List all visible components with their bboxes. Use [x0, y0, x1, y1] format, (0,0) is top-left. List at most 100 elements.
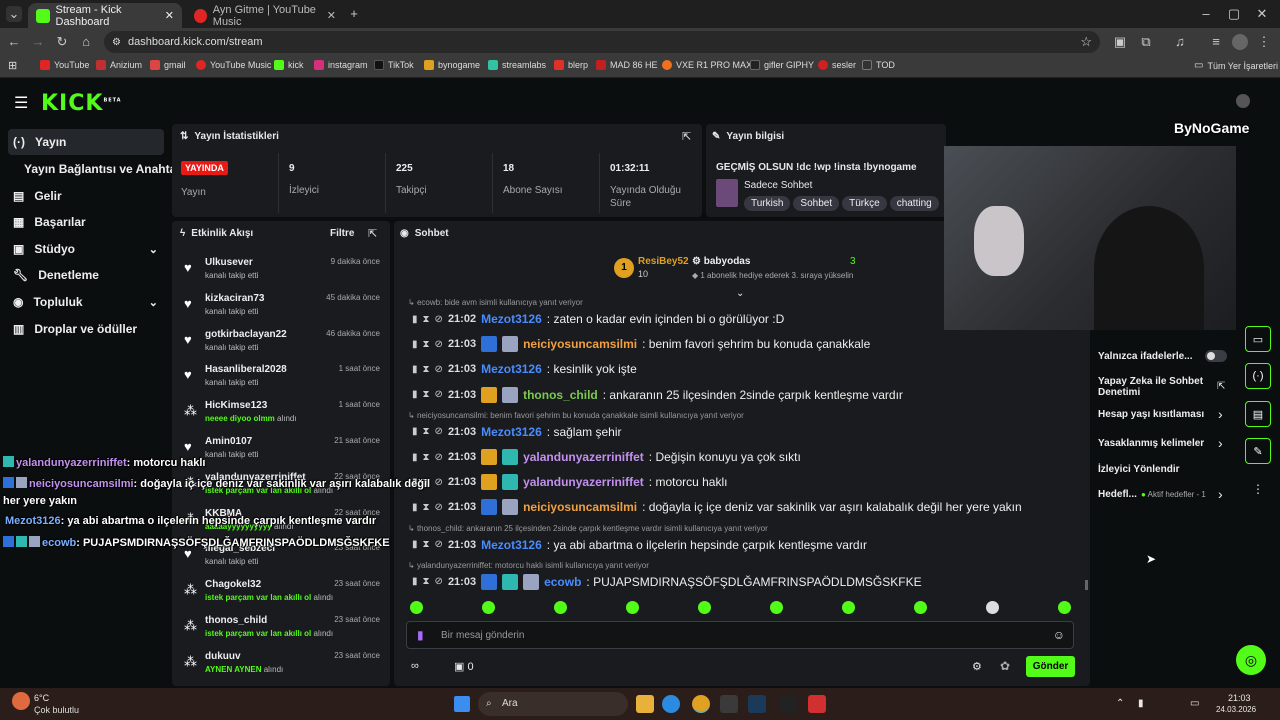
timeout-icon[interactable]: ⧗ — [423, 502, 430, 513]
ban-icon[interactable]: ⊘ — [435, 477, 443, 488]
channel-points-icon[interactable]: ∞ — [411, 660, 419, 672]
bookmark-giphy[interactable]: gifler GIPHY — [750, 60, 814, 70]
reload-icon[interactable]: ↻ — [54, 34, 70, 50]
pin-icon[interactable]: ▮ — [412, 539, 418, 550]
chat-message[interactable]: ▮ ⧗ ⊘ 21:03 yalandunyazerriniffet: Değişin k… — [412, 448, 801, 466]
edge-icon[interactable] — [662, 695, 680, 713]
activity-item[interactable]: ⁂ dukuuv 23 saat önce AYNEN AYNEN alındı — [184, 651, 384, 687]
message-username[interactable]: Mezot3126 — [481, 362, 542, 376]
bookmark-tiktok[interactable]: TikTok — [374, 60, 414, 70]
bookmark-youtube-music[interactable]: YouTube Music — [196, 60, 271, 70]
apps-grid-icon[interactable]: ⊞ — [8, 59, 17, 72]
timeout-icon[interactable]: ⧗ — [423, 339, 430, 350]
chrome-icon[interactable] — [692, 695, 710, 713]
bookmark-vxe[interactable]: VXE R1 PRO MAX — [662, 60, 752, 70]
emote-icon[interactable] — [698, 601, 711, 614]
bookmark-streamlabs[interactable]: streamlabs — [488, 60, 546, 70]
chat-settings-icon[interactable]: ✿ — [1000, 659, 1010, 673]
activity-user[interactable]: Ulkusever — [205, 257, 253, 268]
goals-setting[interactable]: Hedefl... — [1098, 489, 1137, 500]
activity-item[interactable]: ⁂ Chagokel32 23 saat önce istek parçam var … — [184, 579, 384, 615]
puzzle-icon[interactable]: ⧉ — [1138, 34, 1154, 50]
pin-icon[interactable]: ▮ — [412, 452, 418, 463]
emote-icon[interactable] — [482, 601, 495, 614]
activity-item[interactable]: ⁂ HicKimse123 1 saat önce neeee diyoo olmm … — [184, 400, 384, 436]
message-username[interactable]: Mezot3126 — [481, 538, 542, 552]
bookmark-blerp[interactable]: blerp — [554, 60, 588, 70]
site-info-icon[interactable]: ⚙ — [112, 37, 121, 48]
ban-icon[interactable]: ⊘ — [435, 364, 443, 375]
recorder-icon[interactable] — [808, 695, 826, 713]
timeout-icon[interactable]: ⧗ — [423, 539, 430, 550]
chat-message[interactable]: ▮ ⧗ ⊘ 21:03 Mezot3126: kesinlik yok işte — [412, 360, 637, 378]
pin-icon[interactable]: ▮ — [412, 314, 418, 325]
activity-user[interactable]: Amin0107 — [205, 436, 252, 447]
ban-icon[interactable]: ⊘ — [435, 502, 443, 513]
ban-icon[interactable]: ⊘ — [435, 314, 443, 325]
tab-kick-dashboard[interactable]: Stream - Kick Dashboard ✕ — [28, 3, 182, 28]
layout-rail-icon[interactable]: ▤ — [1245, 401, 1271, 427]
close-icon[interactable]: ✕ — [165, 9, 174, 22]
clock-date[interactable]: 24.03.2026 — [1216, 705, 1256, 714]
timeout-icon[interactable]: ⧗ — [423, 426, 430, 437]
bookmark-mad86[interactable]: MAD 86 HE — [596, 60, 658, 70]
close-icon[interactable]: ✕ — [327, 9, 336, 22]
bookmark-bynogame[interactable]: bynogame — [424, 60, 480, 70]
activity-item[interactable]: ⁂ thonos_child 23 saat önce istek parçam va… — [184, 615, 384, 651]
gear-icon[interactable]: ⚙ — [972, 660, 982, 673]
gifter-name[interactable]: babyodas — [704, 256, 751, 267]
activity-item[interactable]: ♥ gotkirbaclayan22 46 dakika önce kanalı ta… — [184, 329, 384, 365]
back-icon[interactable]: ← — [6, 34, 22, 50]
support-headset-icon[interactable]: ◎ — [1236, 645, 1266, 675]
chat-scrollbar[interactable] — [1085, 580, 1088, 590]
url-input[interactable]: ⚙ dashboard.kick.com/stream ☆ — [104, 31, 1100, 53]
steam-icon[interactable] — [748, 695, 766, 713]
bookmark-star-icon[interactable]: ☆ — [1080, 34, 1092, 50]
taskbar-search[interactable]: ⌕ Ara — [478, 692, 628, 716]
chevron-right-icon[interactable]: › — [1218, 435, 1223, 451]
message-username[interactable]: Mezot3126 — [481, 425, 542, 439]
chat-message[interactable]: ▮ ⧗ ⊘ 21:03 Mezot3126: ya abi abartma o ilçe… — [412, 536, 867, 554]
bookmark-anizium[interactable]: Anizium — [96, 60, 142, 70]
media-icon[interactable]: ♫ — [1172, 34, 1188, 50]
message-username[interactable]: neiciyosuncamsilmi — [523, 337, 637, 351]
message-username[interactable]: Mezot3126 — [481, 312, 542, 326]
ban-icon[interactable]: ⊘ — [435, 339, 443, 350]
extension-icon[interactable]: ▣ — [1112, 34, 1128, 50]
activity-item[interactable]: ♥ Hasanliberal2028 1 saat önce kanalı takip… — [184, 364, 384, 400]
pin-icon[interactable]: ▮ — [412, 364, 418, 375]
tray-chevron-icon[interactable]: ⌃ — [1116, 698, 1124, 709]
ban-icon[interactable]: ⊘ — [435, 389, 443, 400]
pin-icon[interactable]: ▮ — [412, 576, 418, 587]
ban-icon[interactable]: ⊘ — [435, 576, 443, 587]
bookmark-tod[interactable]: TOD — [862, 60, 895, 70]
timeout-icon[interactable]: ⧗ — [423, 452, 430, 463]
new-tab-icon[interactable]: + — [346, 6, 362, 22]
tab-search-icon[interactable]: ⌄ — [6, 6, 22, 22]
bookmark-kick[interactable]: kick — [274, 60, 304, 70]
sidebar-item-studyo[interactable]: ▣ Stüdyo ⌄ — [8, 236, 164, 262]
sidebar-item-stream-key[interactable]: Yayın Bağlantısı ve Anahtarı — [8, 156, 184, 182]
emote-icon[interactable] — [554, 601, 567, 614]
window-close-icon[interactable]: ✕ — [1254, 6, 1270, 22]
bookmark-instagram[interactable]: instagram — [314, 60, 368, 70]
activity-user[interactable]: kizkaciran73 — [205, 293, 265, 304]
pin-icon[interactable]: ▮ — [412, 339, 418, 350]
sidebar-item-basarilar[interactable]: ▦ Başarılar — [8, 209, 164, 235]
minimize-icon[interactable]: – — [1198, 6, 1214, 22]
message-username[interactable]: yalandunyazerriniffet — [523, 475, 644, 489]
tag[interactable]: Türkçe — [842, 196, 887, 211]
timeout-icon[interactable]: ⧗ — [423, 576, 430, 587]
account-age-setting[interactable]: Hesap yaşı kısıtlaması — [1098, 409, 1204, 420]
profile-avatar-icon[interactable] — [1232, 34, 1248, 50]
activity-user[interactable]: Chagokel32 — [205, 579, 261, 590]
activity-user[interactable]: gotkirbaclayan22 — [205, 329, 287, 340]
user-avatar[interactable] — [1236, 94, 1250, 108]
emote-icon[interactable] — [626, 601, 639, 614]
emote-icon[interactable] — [770, 601, 783, 614]
tag[interactable]: Sohbet — [793, 196, 840, 211]
ban-icon[interactable]: ⊘ — [435, 539, 443, 550]
chevron-down-icon[interactable]: ⌄ — [736, 288, 744, 299]
sidebar-item-topluluk[interactable]: ◉ Topluluk ⌄ — [8, 289, 164, 315]
menu-dots-icon[interactable]: ⋮ — [1256, 34, 1272, 50]
